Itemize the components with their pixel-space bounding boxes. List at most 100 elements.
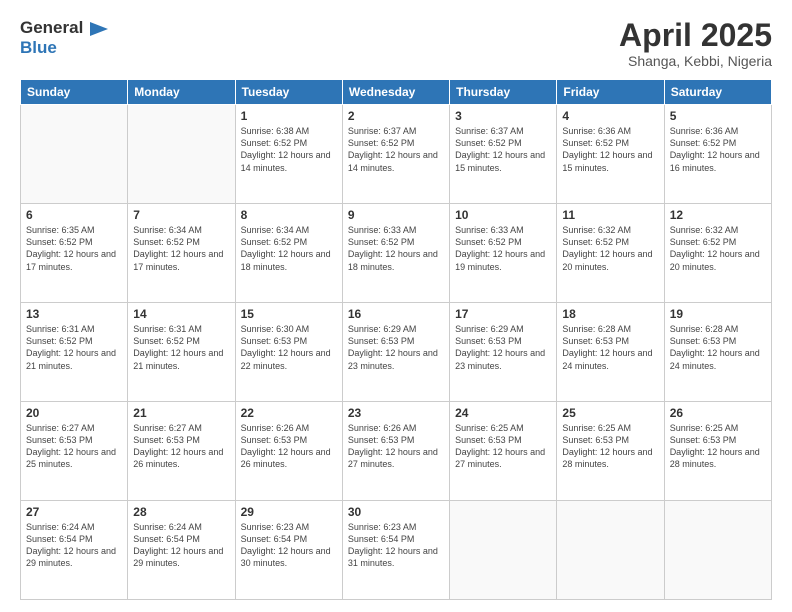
table-cell: 3Sunrise: 6:37 AM Sunset: 6:52 PM Daylig…: [450, 105, 557, 204]
table-cell: 26 Sunrise: 6:25 AM Sunset: 6:53 PM Dayli…: [664, 402, 771, 501]
table-cell: [128, 105, 235, 204]
table-cell: 20 Sunrise: 6:27 AM Sunset: 6:53 PM Dayli…: [21, 402, 128, 501]
day-detail: Sunrise: 6:33 AM Sunset: 6:52 PM Dayligh…: [455, 224, 551, 273]
weekday-friday: Friday: [557, 80, 664, 105]
table-cell: 22Sunrise: 6:26 AM Sunset: 6:53 PM Dayli…: [235, 402, 342, 501]
day-number: 19: [670, 307, 766, 321]
day-detail: Sunrise: 6:38 AM Sunset: 6:52 PM Dayligh…: [241, 125, 337, 174]
calendar-table: SundayMondayTuesdayWednesdayThursdayFrid…: [20, 79, 772, 600]
day-detail: Sunrise: 6:26 AM Sunset: 6:53 PM Dayligh…: [241, 422, 337, 471]
day-detail: Sunrise: 6:25 AM Sunset: 6:53 PM Dayligh…: [562, 422, 658, 471]
day-number: 8: [241, 208, 337, 222]
table-cell: 23Sunrise: 6:26 AM Sunset: 6:53 PM Dayli…: [342, 402, 449, 501]
weekday-wednesday: Wednesday: [342, 80, 449, 105]
day-number: 14: [133, 307, 229, 321]
weekday-saturday: Saturday: [664, 80, 771, 105]
day-number: 1: [241, 109, 337, 123]
week-row-1: 1 Sunrise: 6:38 AM Sunset: 6:52 PM Daylig…: [21, 105, 772, 204]
day-detail: Sunrise: 6:34 AM Sunset: 6:52 PM Dayligh…: [133, 224, 229, 273]
table-cell: [450, 501, 557, 600]
day-detail: Sunrise: 6:36 AM Sunset: 6:52 PM Dayligh…: [670, 125, 766, 174]
day-detail: Sunrise: 6:32 AM Sunset: 6:52 PM Dayligh…: [670, 224, 766, 273]
day-detail: Sunrise: 6:28 AM Sunset: 6:53 PM Dayligh…: [562, 323, 658, 372]
day-detail: Sunrise: 6:37 AM Sunset: 6:52 PM Dayligh…: [455, 125, 551, 174]
day-number: 30: [348, 505, 444, 519]
table-cell: 29 Sunrise: 6:23 AM Sunset: 6:54 PM Dayli…: [235, 501, 342, 600]
weekday-monday: Monday: [128, 80, 235, 105]
day-detail: Sunrise: 6:34 AM Sunset: 6:52 PM Dayligh…: [241, 224, 337, 273]
table-cell: [664, 501, 771, 600]
day-number: 9: [348, 208, 444, 222]
week-row-2: 6 Sunrise: 6:35 AM Sunset: 6:52 PM Daylig…: [21, 204, 772, 303]
table-cell: 2 Sunrise: 6:37 AM Sunset: 6:52 PM Daylig…: [342, 105, 449, 204]
day-number: 29: [241, 505, 337, 519]
day-detail: Sunrise: 6:35 AM Sunset: 6:52 PM Dayligh…: [26, 224, 122, 273]
day-detail: Sunrise: 6:32 AM Sunset: 6:52 PM Dayligh…: [562, 224, 658, 273]
table-cell: 4 Sunrise: 6:36 AM Sunset: 6:52 PM Daylig…: [557, 105, 664, 204]
day-detail: Sunrise: 6:30 AM Sunset: 6:53 PM Dayligh…: [241, 323, 337, 372]
weekday-thursday: Thursday: [450, 80, 557, 105]
day-number: 7: [133, 208, 229, 222]
day-number: 6: [26, 208, 122, 222]
table-cell: 24Sunrise: 6:25 AM Sunset: 6:53 PM Dayli…: [450, 402, 557, 501]
day-number: 2: [348, 109, 444, 123]
table-cell: [557, 501, 664, 600]
day-detail: Sunrise: 6:36 AM Sunset: 6:52 PM Dayligh…: [562, 125, 658, 174]
logo: General Blue: [20, 18, 108, 57]
day-detail: Sunrise: 6:23 AM Sunset: 6:54 PM Dayligh…: [241, 521, 337, 570]
table-cell: 25 Sunrise: 6:25 AM Sunset: 6:53 PM Dayli…: [557, 402, 664, 501]
weekday-tuesday: Tuesday: [235, 80, 342, 105]
day-detail: Sunrise: 6:24 AM Sunset: 6:54 PM Dayligh…: [26, 521, 122, 570]
weekday-header-row: SundayMondayTuesdayWednesdayThursdayFrid…: [21, 80, 772, 105]
day-number: 11: [562, 208, 658, 222]
header: General Blue April 2025 Shanga, Kebbi, N…: [20, 18, 772, 69]
table-cell: 5 Sunrise: 6:36 AM Sunset: 6:52 PM Daylig…: [664, 105, 771, 204]
table-cell: 16 Sunrise: 6:29 AM Sunset: 6:53 PM Dayli…: [342, 303, 449, 402]
weekday-sunday: Sunday: [21, 80, 128, 105]
day-number: 13: [26, 307, 122, 321]
day-number: 26: [670, 406, 766, 420]
table-cell: 28 Sunrise: 6:24 AM Sunset: 6:54 PM Dayli…: [128, 501, 235, 600]
week-row-5: 27Sunrise: 6:24 AM Sunset: 6:54 PM Dayli…: [21, 501, 772, 600]
day-detail: Sunrise: 6:24 AM Sunset: 6:54 PM Dayligh…: [133, 521, 229, 570]
day-number: 17: [455, 307, 551, 321]
table-cell: 18Sunrise: 6:28 AM Sunset: 6:53 PM Dayli…: [557, 303, 664, 402]
table-cell: 9Sunrise: 6:33 AM Sunset: 6:52 PM Daylig…: [342, 204, 449, 303]
day-detail: Sunrise: 6:31 AM Sunset: 6:52 PM Dayligh…: [26, 323, 122, 372]
table-cell: 13 Sunrise: 6:31 AM Sunset: 6:52 PM Dayli…: [21, 303, 128, 402]
table-cell: 11 Sunrise: 6:32 AM Sunset: 6:52 PM Dayli…: [557, 204, 664, 303]
day-detail: Sunrise: 6:31 AM Sunset: 6:52 PM Dayligh…: [133, 323, 229, 372]
day-detail: Sunrise: 6:29 AM Sunset: 6:53 PM Dayligh…: [348, 323, 444, 372]
day-number: 23: [348, 406, 444, 420]
calendar-subtitle: Shanga, Kebbi, Nigeria: [619, 53, 772, 69]
table-cell: 1 Sunrise: 6:38 AM Sunset: 6:52 PM Daylig…: [235, 105, 342, 204]
day-detail: Sunrise: 6:29 AM Sunset: 6:53 PM Dayligh…: [455, 323, 551, 372]
day-number: 15: [241, 307, 337, 321]
week-row-4: 20 Sunrise: 6:27 AM Sunset: 6:53 PM Dayli…: [21, 402, 772, 501]
table-cell: 27Sunrise: 6:24 AM Sunset: 6:54 PM Dayli…: [21, 501, 128, 600]
day-detail: Sunrise: 6:25 AM Sunset: 6:53 PM Dayligh…: [455, 422, 551, 471]
day-number: 21: [133, 406, 229, 420]
day-number: 28: [133, 505, 229, 519]
logo-text: General Blue: [20, 18, 108, 57]
table-cell: 19 Sunrise: 6:28 AM Sunset: 6:53 PM Dayli…: [664, 303, 771, 402]
day-detail: Sunrise: 6:27 AM Sunset: 6:53 PM Dayligh…: [26, 422, 122, 471]
day-detail: Sunrise: 6:23 AM Sunset: 6:54 PM Dayligh…: [348, 521, 444, 570]
calendar-title: April 2025: [619, 18, 772, 53]
table-cell: 15 Sunrise: 6:30 AM Sunset: 6:53 PM Dayli…: [235, 303, 342, 402]
table-cell: 7 Sunrise: 6:34 AM Sunset: 6:52 PM Daylig…: [128, 204, 235, 303]
day-number: 20: [26, 406, 122, 420]
calendar-page: General Blue April 2025 Shanga, Kebbi, N…: [0, 0, 792, 612]
week-row-3: 13 Sunrise: 6:31 AM Sunset: 6:52 PM Dayli…: [21, 303, 772, 402]
day-number: 16: [348, 307, 444, 321]
day-number: 25: [562, 406, 658, 420]
table-cell: 8 Sunrise: 6:34 AM Sunset: 6:52 PM Daylig…: [235, 204, 342, 303]
day-detail: Sunrise: 6:25 AM Sunset: 6:53 PM Dayligh…: [670, 422, 766, 471]
table-cell: 10Sunrise: 6:33 AM Sunset: 6:52 PM Dayli…: [450, 204, 557, 303]
day-detail: Sunrise: 6:27 AM Sunset: 6:53 PM Dayligh…: [133, 422, 229, 471]
day-detail: Sunrise: 6:37 AM Sunset: 6:52 PM Dayligh…: [348, 125, 444, 174]
day-number: 5: [670, 109, 766, 123]
day-number: 4: [562, 109, 658, 123]
table-cell: 17 Sunrise: 6:29 AM Sunset: 6:53 PM Dayli…: [450, 303, 557, 402]
day-detail: Sunrise: 6:28 AM Sunset: 6:53 PM Dayligh…: [670, 323, 766, 372]
